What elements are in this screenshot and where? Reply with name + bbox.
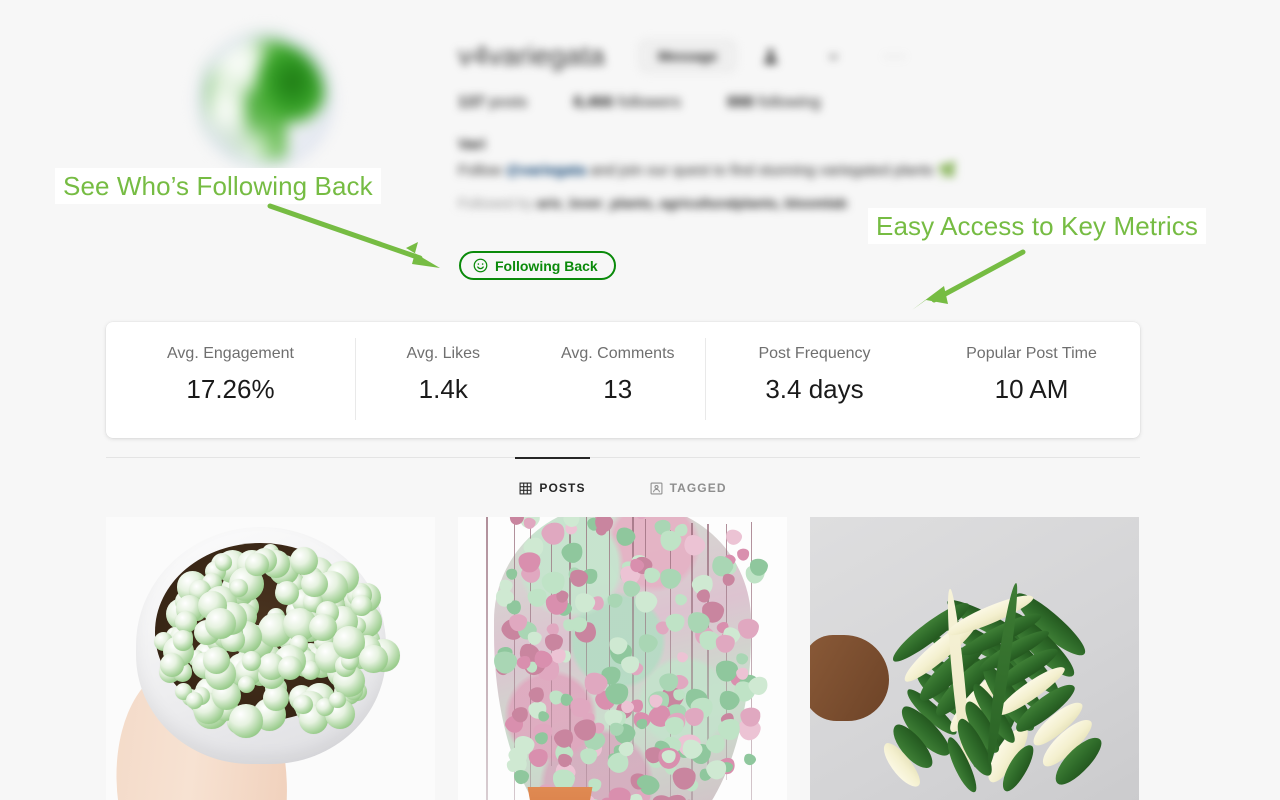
following-back-badge[interactable]: Following Back — [459, 251, 616, 280]
metric-value: 1.4k — [418, 374, 468, 404]
tab-label: POSTS — [539, 481, 586, 495]
profile-stats: 137 posts 8,466 followers 888 following — [458, 94, 1158, 112]
stat-followers[interactable]: 8,466 followers — [573, 94, 681, 112]
metric-label: Popular Post Time — [966, 345, 1097, 362]
post-grid — [106, 517, 1140, 800]
post-thumbnail[interactable] — [458, 517, 787, 800]
metric-value: 10 AM — [994, 374, 1069, 404]
stat-posts[interactable]: 137 posts — [458, 94, 527, 112]
bio-text-suffix: and join our quest to find stunning vari… — [586, 162, 938, 179]
bio-mention-link[interactable]: @variegata — [506, 162, 587, 179]
chevron-down-icon[interactable] — [816, 41, 850, 71]
profile-display-name: Vari — [458, 136, 486, 153]
tagged-person-icon — [650, 482, 663, 495]
post-image-shape — [458, 517, 787, 800]
tab-label: TAGGED — [669, 481, 727, 495]
smiley-face-icon — [473, 258, 488, 273]
more-options-icon[interactable]: ··· — [884, 46, 907, 66]
metrics-card: Avg. Engagement 17.26% Avg. Likes 1.4k A… — [106, 322, 1140, 438]
metric-value: 17.26% — [186, 374, 275, 404]
metric-value: 3.4 days — [765, 374, 864, 404]
profile-actions-row: v4variegata Message ··· — [458, 34, 1158, 78]
message-button[interactable]: Message — [638, 40, 737, 72]
profile-tabs: POSTS TAGGED — [106, 457, 1140, 511]
annotation-key-metrics: Easy Access to Key Metrics — [868, 208, 1206, 244]
annotation-arrow-down-right-icon — [267, 203, 440, 268]
metric-avg-engagement[interactable]: Avg. Engagement 17.26% — [106, 322, 355, 404]
metric-label: Avg. Likes — [406, 345, 481, 362]
avatar[interactable] — [180, 30, 350, 170]
metric-label: Post Frequency — [758, 345, 871, 362]
stat-following[interactable]: 888 following — [727, 94, 820, 112]
post-image-shape — [527, 786, 593, 800]
post-thumbnail[interactable] — [106, 517, 435, 800]
tab-tagged[interactable]: TAGGED — [646, 457, 731, 511]
metric-post-frequency[interactable]: Post Frequency 3.4 days — [706, 322, 923, 404]
annotation-arrow-down-left-icon — [912, 249, 1026, 310]
profile-bio: Vari Follow @variegata and join our ques… — [458, 134, 1158, 214]
bio-text-prefix: Follow — [458, 162, 506, 179]
metric-label: Avg. Comments — [560, 345, 675, 362]
metric-group-engagement-detail: Avg. Likes 1.4k Avg. Comments 13 — [356, 322, 705, 438]
post-image-shape — [810, 517, 1139, 800]
leaf-emoji-icon: 🌿 — [937, 162, 957, 179]
profile-username: v4variegata — [458, 40, 605, 71]
post-thumbnail[interactable] — [810, 517, 1139, 800]
avatar-image — [196, 31, 334, 169]
tab-posts[interactable]: POSTS — [515, 457, 590, 511]
post-image-shape — [106, 517, 435, 800]
followed-by-label: Followed by — [458, 195, 537, 211]
metric-avg-comments[interactable]: Avg. Comments 13 — [531, 322, 706, 404]
followed-by-names[interactable]: aris_lover_plants, agriculturalplants, b… — [537, 195, 847, 211]
metric-group-posting: Post Frequency 3.4 days Popular Post Tim… — [706, 322, 1140, 438]
following-back-label: Following Back — [495, 257, 598, 274]
person-add-icon[interactable] — [754, 41, 788, 71]
metric-avg-likes[interactable]: Avg. Likes 1.4k — [356, 322, 531, 404]
profile-info: v4variegata Message ··· 137 posts 8,466 … — [458, 34, 1158, 214]
metric-label: Avg. Engagement — [167, 345, 294, 362]
metric-group-engagement: Avg. Engagement 17.26% — [106, 322, 355, 438]
grid-icon — [519, 482, 532, 495]
metric-value: 13 — [603, 374, 633, 404]
metric-popular-post-time[interactable]: Popular Post Time 10 AM — [923, 322, 1140, 404]
avatar-ring — [196, 31, 334, 169]
